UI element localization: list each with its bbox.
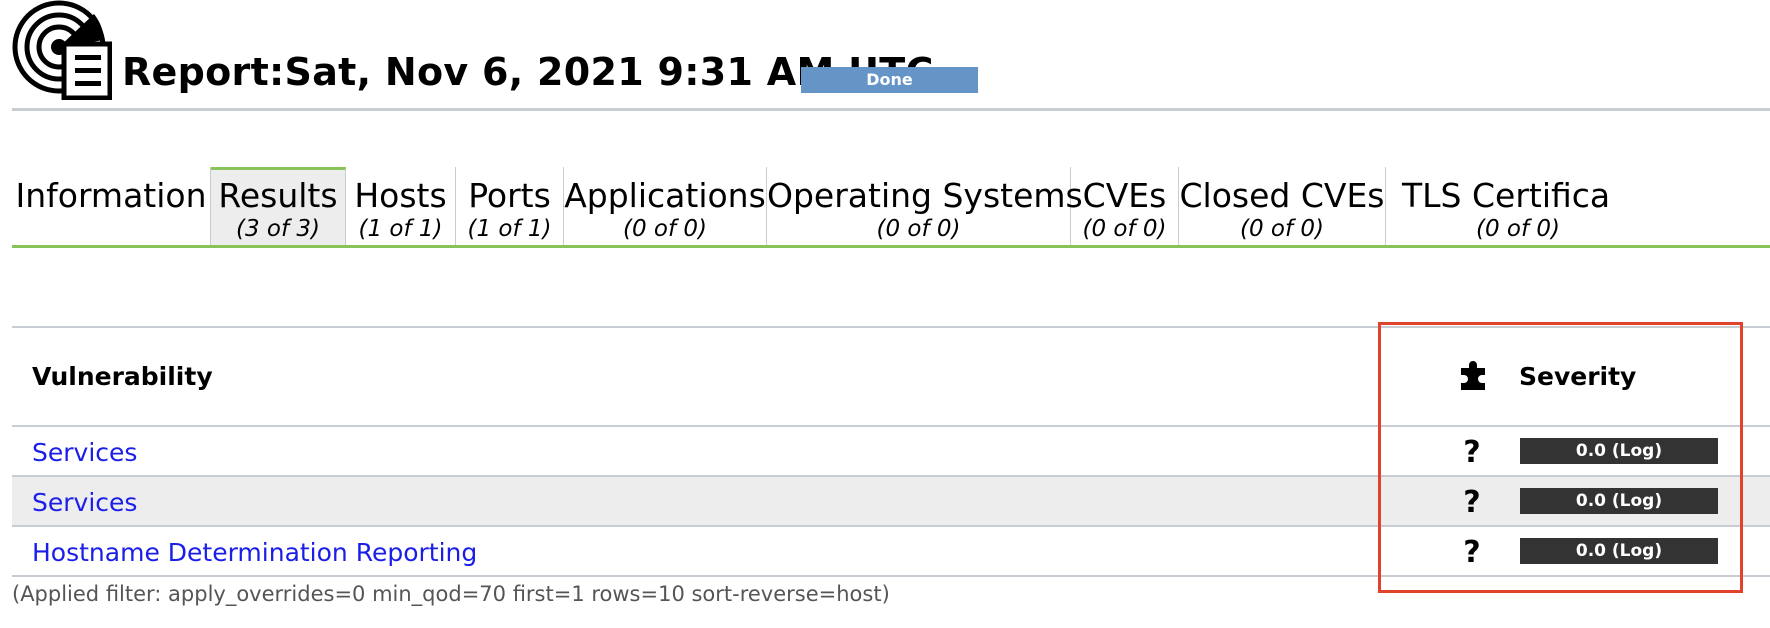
severity-bar: 0.0 (Log) <box>1520 488 1718 514</box>
tab-operating-systems[interactable]: Operating Systems (0 of 0) <box>767 167 1083 245</box>
results-table: Vulnerability Severity Services ? 0.0 (L… <box>12 326 1770 577</box>
tab-label: TLS Certifica <box>1402 176 1611 215</box>
report-tabs: Information Results (3 of 3) Hosts (1 of… <box>12 167 1770 248</box>
table-row: Hostname Determination Reporting ? 0.0 (… <box>12 527 1770 577</box>
solution-type-unknown: ? <box>1463 485 1481 520</box>
column-header-vulnerability[interactable]: Vulnerability <box>32 362 213 391</box>
report-page: Report:Sat, Nov 6, 2021 9:31 AM UTC Done… <box>0 0 1770 628</box>
column-header-severity[interactable]: Severity <box>1519 362 1636 391</box>
tab-count: (0 of 0) <box>1082 216 1167 242</box>
tab-hosts[interactable]: Hosts (1 of 1) <box>346 167 456 245</box>
tab-count: (0 of 0) <box>622 216 707 242</box>
tab-label: CVEs <box>1082 176 1167 215</box>
tab-label: Applications <box>564 176 766 215</box>
tab-count: (0 of 0) <box>876 216 961 242</box>
puzzle-piece-icon[interactable] <box>1457 358 1491 392</box>
tab-closed-cves[interactable]: Closed CVEs (0 of 0) <box>1179 167 1386 245</box>
status-progress-bar: Done <box>801 67 978 93</box>
solution-type-unknown: ? <box>1463 535 1481 570</box>
tab-applications[interactable]: Applications (0 of 0) <box>564 167 767 245</box>
vulnerability-link[interactable]: Services <box>32 488 137 517</box>
tab-information[interactable]: Information <box>12 167 211 245</box>
table-row: Services ? 0.0 (Log) <box>12 477 1770 527</box>
tab-label: Operating Systems <box>767 176 1083 215</box>
solution-type-unknown: ? <box>1463 435 1481 470</box>
vulnerability-link[interactable]: Services <box>32 438 137 467</box>
tab-count: (0 of 0) <box>1239 216 1324 242</box>
table-header: Vulnerability Severity <box>12 328 1770 427</box>
report-header: Report:Sat, Nov 6, 2021 9:31 AM UTC Done <box>12 0 1770 111</box>
tab-label: Hosts <box>354 176 447 215</box>
tab-count: (0 of 0) <box>1476 216 1561 242</box>
severity-bar: 0.0 (Log) <box>1520 438 1718 464</box>
tab-ports[interactable]: Ports (1 of 1) <box>456 167 564 245</box>
tab-count: (3 of 3) <box>235 216 320 242</box>
applied-filter-note: (Applied filter: apply_overrides=0 min_q… <box>12 582 890 606</box>
severity-bar: 0.0 (Log) <box>1520 538 1718 564</box>
report-radar-icon <box>12 0 112 100</box>
tab-label: Results <box>218 176 338 215</box>
tab-label: Ports <box>468 176 551 215</box>
vulnerability-link[interactable]: Hostname Determination Reporting <box>32 538 477 567</box>
tab-label: Closed CVEs <box>1179 176 1385 215</box>
tab-results[interactable]: Results (3 of 3) <box>211 167 346 245</box>
table-row: Services ? 0.0 (Log) <box>12 427 1770 477</box>
tab-count: (1 of 1) <box>358 216 443 242</box>
tab-cves[interactable]: CVEs (0 of 0) <box>1071 167 1179 245</box>
tab-tls-certificates[interactable]: TLS Certifica (0 of 0) <box>1386 167 1770 245</box>
tab-count: (1 of 1) <box>467 216 552 242</box>
tab-label: Information <box>15 176 207 215</box>
